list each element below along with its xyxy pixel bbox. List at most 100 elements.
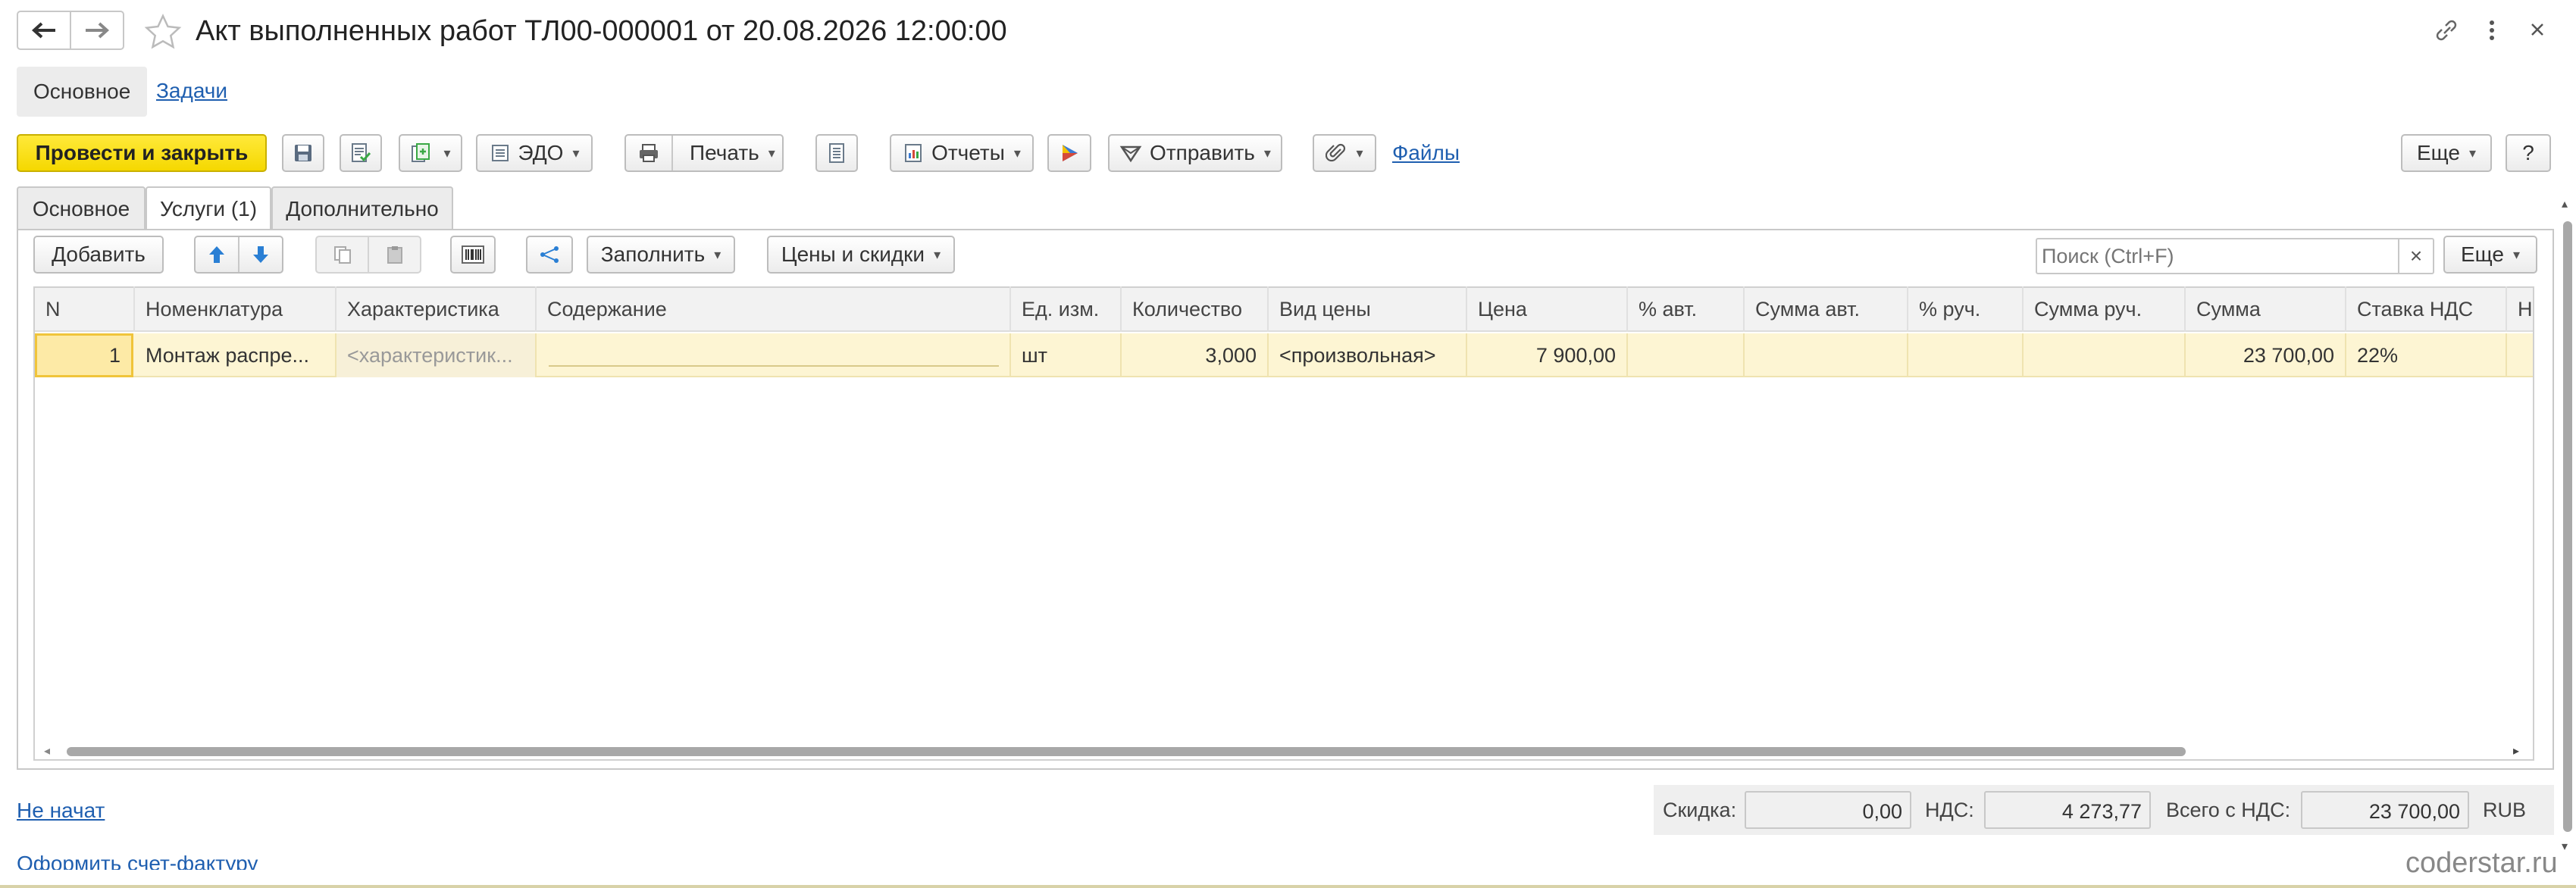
paste-icon	[387, 246, 402, 264]
arrow-up-icon	[209, 246, 224, 263]
search-input[interactable]	[2037, 239, 2398, 273]
cell-content[interactable]	[537, 333, 1011, 377]
more-button[interactable]: Еще ▾	[2401, 134, 2492, 172]
prices-discounts-button[interactable]: Цены и скидки ▾	[767, 236, 955, 274]
send-icon	[1119, 145, 1142, 163]
add-button[interactable]: Добавить	[33, 236, 164, 274]
invoice-link-clip: Оформить счет-фактуру	[17, 849, 320, 870]
cell-price[interactable]: 7 900,00	[1467, 333, 1628, 377]
cell-n[interactable]: 1	[35, 333, 133, 377]
move-down-button[interactable]	[239, 237, 282, 272]
table-more-button[interactable]: Еще ▾	[2443, 236, 2537, 274]
col-header-item[interactable]: Номенклатура	[135, 286, 336, 332]
chevron-down-icon: ▾	[1013, 145, 1021, 161]
cell-sum-manual[interactable]	[2024, 333, 2186, 377]
bottom-border	[0, 885, 2576, 888]
run-button[interactable]	[1047, 134, 1091, 172]
vertical-scrollbar-thumb[interactable]	[2563, 221, 2572, 832]
link-icon[interactable]	[2431, 17, 2462, 44]
arrow-down-icon	[253, 246, 268, 263]
save-icon	[295, 145, 311, 161]
arrow-left-icon	[32, 22, 55, 39]
horizontal-scrollbar-thumb[interactable]	[67, 747, 2186, 756]
scroll-left-icon[interactable]: ◂	[44, 746, 50, 758]
nav-tasks-link[interactable]: Задачи	[156, 79, 227, 103]
tab-additional[interactable]: Дополнительно	[271, 186, 453, 229]
scroll-up-icon[interactable]: ▴	[2562, 199, 2568, 211]
col-header-price[interactable]: Цена	[1467, 286, 1628, 332]
cell-sum-auto[interactable]	[1745, 333, 1908, 377]
create-invoice-link[interactable]: Оформить счет-фактуру	[17, 852, 258, 870]
col-header-unit[interactable]: Ед. изм.	[1011, 286, 1122, 332]
discount-label: Скидка:	[1663, 799, 1737, 821]
star-icon	[144, 14, 182, 49]
tab-services[interactable]: Услуги (1)	[146, 186, 271, 230]
files-link[interactable]: Файлы	[1392, 141, 1460, 165]
content-input-line	[549, 365, 999, 367]
split-button[interactable]	[526, 236, 573, 274]
forward-button[interactable]	[71, 12, 123, 48]
chevron-down-icon: ▾	[1356, 145, 1363, 161]
scroll-down-icon[interactable]: ▾	[2562, 841, 2568, 853]
printer-icon	[640, 144, 658, 162]
journal-button[interactable]	[815, 134, 858, 172]
post-and-close-button[interactable]: Провести и закрыть	[17, 134, 267, 172]
cell-quantity[interactable]: 3,000	[1122, 333, 1269, 377]
total-label: Всего с НДС:	[2166, 799, 2291, 821]
tab-main[interactable]: Основное	[17, 186, 146, 229]
move-buttons	[194, 236, 283, 274]
cell-vat-rate[interactable]: 22%	[2346, 333, 2507, 377]
col-header-sum-manual[interactable]: Сумма руч.	[2024, 286, 2186, 332]
play-colored-icon	[1063, 145, 1078, 161]
attachments-button[interactable]: ▾	[1313, 134, 1376, 172]
more-vertical-icon[interactable]	[2483, 17, 2501, 44]
barcode-button[interactable]	[450, 236, 496, 274]
col-header-characteristic[interactable]: Характеристика	[336, 286, 537, 332]
fill-button[interactable]: Заполнить ▾	[587, 236, 735, 274]
help-button[interactable]: ?	[2506, 134, 2551, 172]
favorite-star-button[interactable]	[144, 14, 182, 52]
copy-button[interactable]	[317, 237, 369, 272]
create-based-icon	[412, 143, 430, 162]
search-box: ×	[2036, 238, 2434, 274]
cell-unit[interactable]: шт	[1011, 333, 1122, 377]
edo-button[interactable]: ЭДО ▾	[476, 134, 593, 172]
status-link[interactable]: Не начат	[17, 799, 105, 823]
post-button[interactable]	[340, 134, 382, 172]
col-header-sum[interactable]: Сумма	[2186, 286, 2346, 332]
arrow-right-icon	[86, 22, 109, 39]
col-header-pct-auto[interactable]: % авт.	[1628, 286, 1745, 332]
post-document-icon	[352, 143, 371, 162]
col-header-pct-manual[interactable]: % руч.	[1908, 286, 2024, 332]
col-header-more[interactable]: Н	[2507, 286, 2533, 332]
save-button[interactable]	[282, 134, 324, 172]
cell-pct-auto[interactable]	[1628, 333, 1745, 377]
window-title: Акт выполненных работ ТЛ00-000001 от 20.…	[196, 15, 1007, 47]
chevron-down-icon: ▾	[768, 145, 775, 161]
cell-item[interactable]: Монтаж распре...	[135, 333, 336, 377]
print-button[interactable]: Печать ▾	[624, 134, 784, 172]
col-header-price-type[interactable]: Вид цены	[1269, 286, 1467, 332]
total-field: 23 700,00	[2301, 791, 2469, 829]
col-header-sum-auto[interactable]: Сумма авт.	[1745, 286, 1908, 332]
cell-sum[interactable]: 23 700,00	[2186, 333, 2346, 377]
send-button[interactable]: Отправить ▾	[1108, 134, 1282, 172]
search-clear-button[interactable]: ×	[2398, 239, 2433, 273]
close-icon[interactable]	[2526, 18, 2549, 41]
copy-paste-buttons	[315, 236, 421, 274]
reports-button[interactable]: Отчеты ▾	[890, 134, 1034, 172]
scroll-right-icon[interactable]: ▸	[2513, 746, 2519, 758]
move-up-button[interactable]	[196, 237, 239, 272]
col-header-n[interactable]: N	[35, 286, 135, 332]
cell-pct-manual[interactable]	[1908, 333, 2024, 377]
create-based-on-button[interactable]: ▾	[399, 134, 462, 172]
list-document-icon	[829, 143, 844, 163]
col-header-vat-rate[interactable]: Ставка НДС	[2346, 286, 2507, 332]
back-button[interactable]	[18, 12, 71, 48]
cell-characteristic[interactable]: <характеристик...	[336, 333, 537, 377]
col-header-quantity[interactable]: Количество	[1122, 286, 1269, 332]
cell-price-type[interactable]: <произвольная>	[1269, 333, 1467, 377]
paste-button[interactable]	[369, 237, 420, 272]
nav-main[interactable]: Основное	[17, 67, 148, 117]
col-header-content[interactable]: Содержание	[537, 286, 1011, 332]
